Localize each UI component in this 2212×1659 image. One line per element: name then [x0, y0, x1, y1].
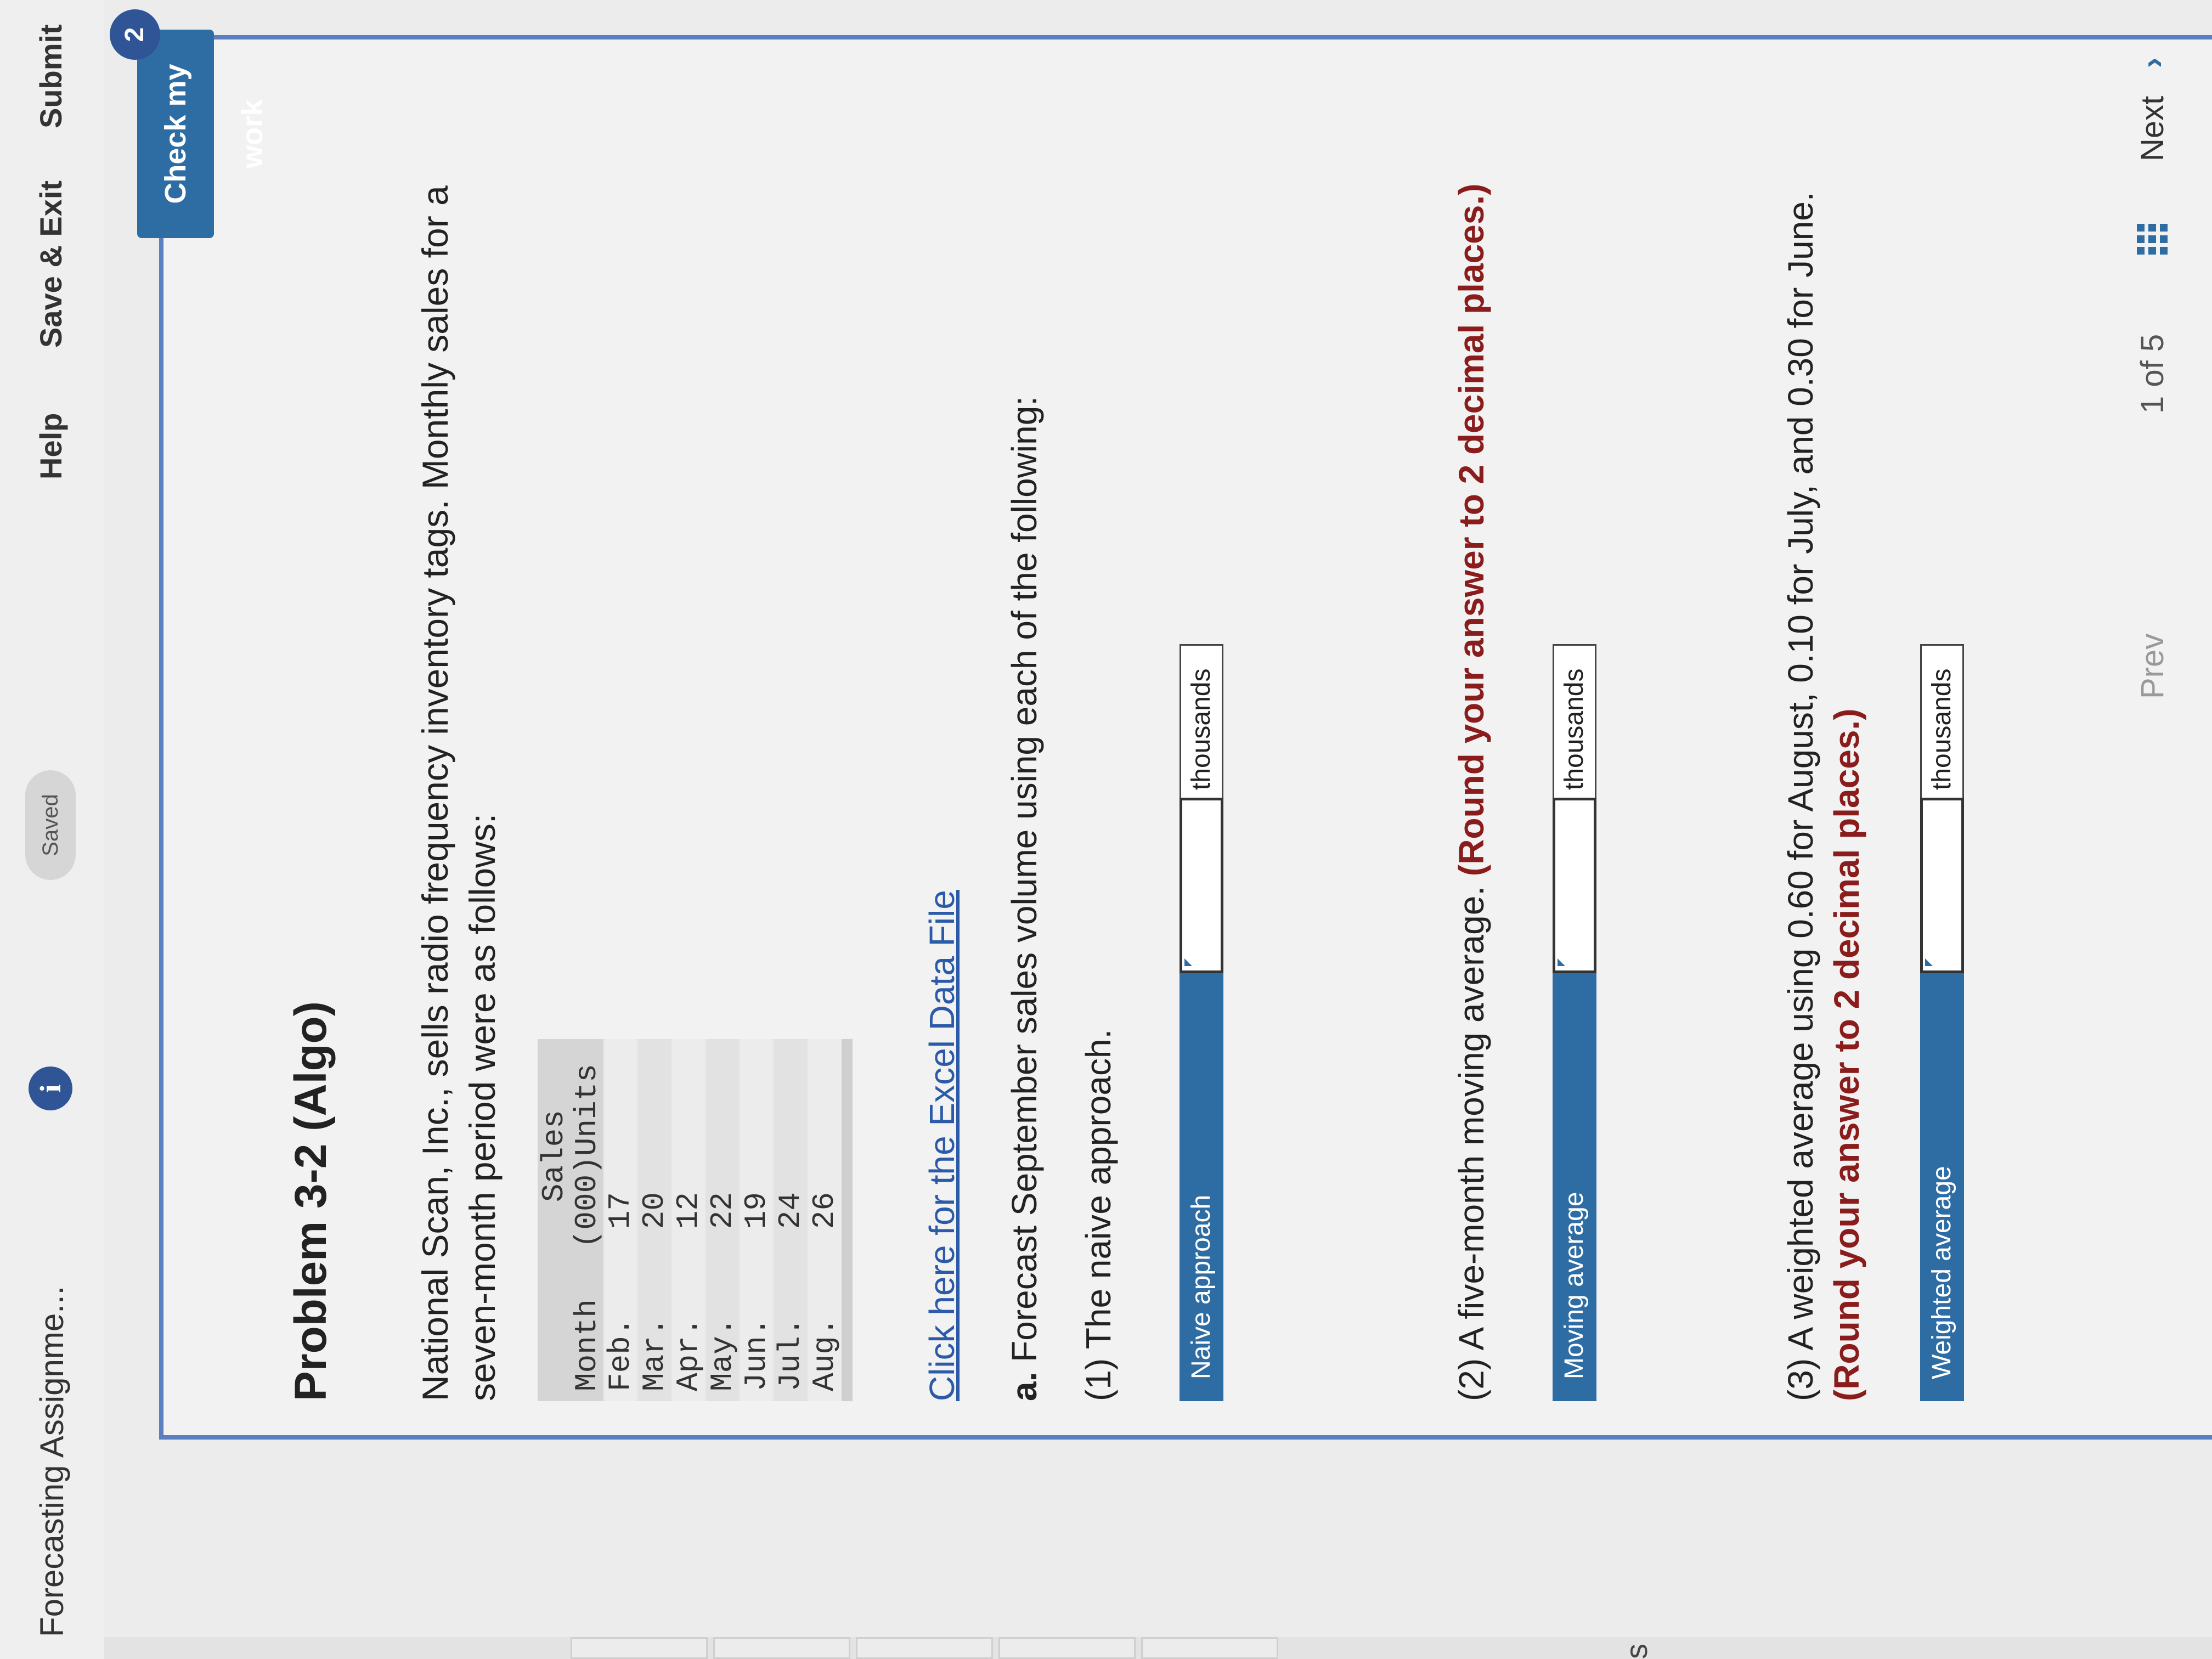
table-footer-rule — [842, 1039, 853, 1401]
units-cell: 22 — [705, 1039, 740, 1273]
table-row: May. 22 — [705, 1039, 740, 1401]
side-tab-strip — [104, 1637, 2212, 1659]
side-tab[interactable] — [1141, 1637, 1278, 1659]
month-cell: May. — [705, 1273, 740, 1401]
info-icon[interactable]: i — [29, 1066, 72, 1110]
photo-frame: Forecasting Assignme... i Saved Help Sav… — [0, 0, 2212, 1659]
naive-approach-input-wrap — [1180, 798, 1223, 973]
moving-average-row: Moving average thousands — [1553, 644, 1596, 1401]
weighted-average-label: Weighted average — [1920, 973, 1964, 1401]
assignment-title: Forecasting Assignme... — [33, 1285, 70, 1637]
units-cell: 19 — [739, 1039, 774, 1273]
side-tab-label: s — [1619, 1644, 1654, 1659]
part-a-prompt: a. Forecast September sales volume using… — [1004, 84, 1045, 1401]
submit-link[interactable]: Submit — [33, 24, 69, 128]
saved-status-badge: Saved — [25, 770, 76, 880]
question-2-text: (2) A five-month moving average. (Round … — [1448, 84, 1494, 1401]
assignment-screen: Forecasting Assignme... i Saved Help Sav… — [0, 0, 2212, 1659]
naive-approach-label: Naive approach — [1180, 973, 1223, 1401]
month-cell: Mar. — [637, 1273, 672, 1401]
problem-title: Problem 3-2 (Algo) — [286, 1001, 336, 1401]
units-cell: 24 — [773, 1039, 808, 1273]
top-bar: Forecasting Assignme... i Saved Help Sav… — [0, 0, 104, 1659]
question-grid-icon[interactable] — [2137, 224, 2168, 255]
question-1-text: (1) The naive approach. — [1079, 1029, 1118, 1401]
table-row: Feb. 17 — [603, 1039, 638, 1401]
chevron-right-icon[interactable]: › — [2134, 58, 2171, 68]
side-tab[interactable] — [571, 1637, 708, 1659]
moving-average-input-wrap — [1553, 798, 1596, 973]
table-row: Apr. 12 — [671, 1039, 706, 1401]
input-corner-marker-icon — [1184, 958, 1192, 966]
table-row: Jun. 19 — [739, 1039, 774, 1401]
question-2-prompt: (2) A five-month moving average. — [1452, 876, 1491, 1401]
part-a-text: Forecast September sales volume using ea… — [1005, 396, 1044, 1372]
naive-approach-unit: thousands — [1180, 644, 1223, 798]
side-tab[interactable] — [998, 1637, 1136, 1659]
input-corner-marker-icon — [1558, 958, 1565, 966]
month-cell: Aug. — [807, 1273, 842, 1401]
month-cell: Feb. — [603, 1273, 638, 1401]
page-indicator: 1 of 5 — [2135, 334, 2170, 414]
weighted-average-row: Weighted average thousands — [1920, 644, 1964, 1401]
sales-data-table: Month Sales (000)Units Feb. 17 Mar. 20 A… — [537, 1039, 853, 1401]
moving-average-unit: thousands — [1553, 644, 1596, 798]
table-header-month: Month — [538, 1273, 605, 1401]
weighted-average-input-wrap — [1920, 798, 1964, 973]
side-tab[interactable] — [856, 1637, 993, 1659]
problem-intro: National Scan, Inc., sells radio frequen… — [415, 185, 503, 1401]
part-a-prefix: a. — [1005, 1372, 1044, 1401]
month-cell: Jul. — [773, 1273, 808, 1401]
save-exit-link[interactable]: Save & Exit — [33, 180, 69, 348]
units-cell: 26 — [807, 1039, 842, 1273]
month-cell: Jun. — [739, 1273, 774, 1401]
side-tab[interactable] — [713, 1637, 850, 1659]
check-count-badge: 2 — [110, 9, 160, 60]
table-header-sales: Sales (000)Units — [537, 1039, 605, 1273]
table-row: Aug. 26 — [807, 1039, 842, 1401]
moving-average-label: Moving average — [1553, 973, 1596, 1401]
units-cell: 12 — [671, 1039, 706, 1273]
excel-data-file-link[interactable]: Click here for the Excel Data File — [922, 890, 962, 1401]
question-3-text: (3) A weighted average using 0.60 for Au… — [1778, 84, 1870, 1401]
weighted-average-unit: thousands — [1920, 644, 1964, 798]
units-cell: 17 — [603, 1039, 638, 1273]
table-row: Jul. 24 — [773, 1039, 808, 1401]
naive-approach-row: Naive approach thousands — [1180, 644, 1223, 1401]
help-link[interactable]: Help — [33, 413, 69, 479]
table-row: Mar. 20 — [637, 1039, 672, 1401]
next-link[interactable]: Next — [2134, 96, 2171, 161]
units-cell: 20 — [637, 1039, 672, 1273]
prev-link[interactable]: Prev — [2134, 634, 2171, 699]
month-cell: Apr. — [671, 1273, 706, 1401]
input-corner-marker-icon — [1925, 958, 1933, 966]
check-my-work-button[interactable]: Check my work — [137, 30, 269, 238]
question-2-rounding-note: (Round your answer to 2 decimal places.) — [1452, 183, 1491, 877]
question-3-prompt: (3) A weighted average using 0.60 for Au… — [1781, 191, 1820, 1401]
question-3-rounding-note: (Round your answer to 2 decimal places.) — [1827, 708, 1866, 1401]
